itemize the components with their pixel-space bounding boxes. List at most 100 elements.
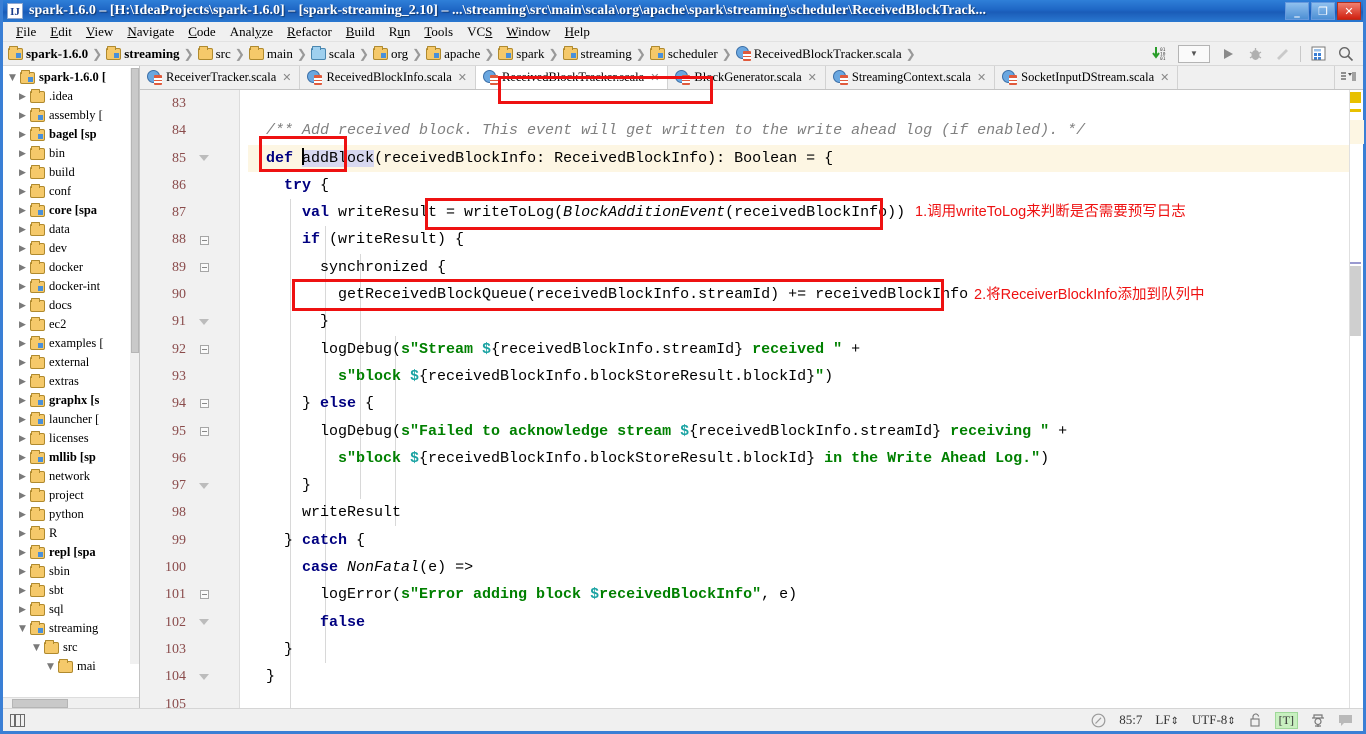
tab-close-icon[interactable]: ✕ [282,71,291,84]
tree-node-data[interactable]: ▶ data [3,220,139,239]
code-line[interactable]: } [248,308,1349,335]
code-text[interactable]: /** Add received block. This event will … [240,90,1349,708]
code-folding-column[interactable] [195,90,213,718]
tree-toggle-icon[interactable]: ▶ [15,111,30,121]
breadcrumb-item-apache[interactable]: apache [425,45,481,62]
tree-toggle-icon[interactable]: ▶ [15,206,30,216]
editor-tab-socketinputdstream-scala[interactable]: SocketInputDStream.scala ✕ [995,66,1179,89]
editor-marker-bar[interactable] [1349,90,1364,708]
editor-gutter[interactable]: 83 84 85 86 87 88 89 90 91 92 93 94 95 96 97 98 99 100 101… [140,90,240,712]
menu-edit[interactable]: Edit [43,23,79,41]
menu-view[interactable]: View [79,23,120,41]
code-line[interactable]: /** Add received block. This event will … [248,117,1349,144]
tree-toggle-icon[interactable]: ▶ [15,168,30,178]
menu-navigate[interactable]: Navigate [120,23,181,41]
code-line[interactable]: } [248,663,1349,690]
code-line[interactable]: } catch { [248,527,1349,554]
editor-tab-blockgenerator-scala[interactable]: BlockGenerator.scala ✕ [668,66,826,89]
tree-node-project[interactable]: ▶ project [3,486,139,505]
code-line[interactable]: synchronized { [248,254,1349,281]
code-line[interactable]: writeResult [248,499,1349,526]
tree-node-mllib--sp[interactable]: ▶ mllib [sp [3,448,139,467]
minimize-button[interactable]: _ [1285,2,1309,20]
tree-toggle-icon[interactable]: ▶ [15,187,30,197]
code-line[interactable] [248,90,1349,117]
tab-close-icon[interactable]: ✕ [1160,71,1169,84]
unlocked-icon[interactable] [1249,713,1262,727]
line-separator[interactable]: LF⇕ [1155,712,1179,728]
menu-window[interactable]: Window [499,23,557,41]
tree-node-docs[interactable]: ▶ docs [3,296,139,315]
breadcrumb-item-spark-1-6-0[interactable]: spark-1.6.0 [7,45,89,62]
tree-toggle-icon[interactable]: ▶ [15,548,30,558]
tree-node-dev[interactable]: ▶ dev [3,239,139,258]
tree-node-sbt[interactable]: ▶ sbt [3,581,139,600]
update-project-icon[interactable]: 01 10 01 [1151,45,1169,63]
code-line[interactable]: try { [248,172,1349,199]
menu-analyze[interactable]: Analyze [223,23,280,41]
fold-toggle-icon[interactable] [195,609,213,636]
scrollbar-thumb[interactable] [131,68,139,353]
menu-tools[interactable]: Tools [417,23,460,41]
marker-usage-line[interactable] [1350,262,1361,264]
tree-toggle-icon[interactable]: ▼ [5,73,20,83]
tree-toggle-icon[interactable]: ▶ [15,92,30,102]
menu-code[interactable]: Code [181,23,222,41]
tree-node-conf[interactable]: ▶ conf [3,182,139,201]
coverage-icon[interactable] [1273,45,1291,63]
tree-node-streaming[interactable]: ▼ streaming [3,619,139,638]
fold-toggle-icon[interactable] [195,390,213,417]
breadcrumb-item-org[interactable]: org [372,45,409,62]
tree-node-extras[interactable]: ▶ extras [3,372,139,391]
tree-node-sbin[interactable]: ▶ sbin [3,562,139,581]
tab-close-icon[interactable]: ✕ [458,71,467,84]
code-line[interactable]: false [248,609,1349,636]
tree-toggle-icon[interactable]: ▶ [15,358,30,368]
message-icon[interactable] [1338,714,1353,727]
run-icon[interactable] [1219,45,1237,63]
tree-toggle-icon[interactable]: ▶ [15,434,30,444]
code-line[interactable]: if (writeResult) { [248,226,1349,253]
breadcrumb-item-main[interactable]: main [248,45,294,62]
code-line[interactable]: } [248,636,1349,663]
fold-toggle-icon[interactable] [195,581,213,608]
tree-toggle-icon[interactable]: ▶ [15,263,30,273]
menu-run[interactable]: Run [382,23,418,41]
event-log-badge[interactable]: [T] [1274,711,1298,729]
tree-toggle-icon[interactable]: ▶ [15,472,30,482]
project-tree-hscrollbar[interactable] [3,697,139,708]
menu-vcs[interactable]: VCS [460,23,499,41]
code-line[interactable]: } [248,472,1349,499]
tree-toggle-icon[interactable]: ▼ [15,624,30,634]
tree-toggle-icon[interactable]: ▶ [15,301,30,311]
tree-toggle-icon[interactable]: ▶ [15,586,30,596]
tree-toggle-icon[interactable]: ▶ [15,339,30,349]
fold-toggle-icon[interactable] [195,336,213,363]
tree-node-core--spa[interactable]: ▶ core [spa [3,201,139,220]
tree-toggle-icon[interactable]: ▶ [15,377,30,387]
fold-toggle-icon[interactable] [195,472,213,499]
menu-file[interactable]: File [9,23,43,41]
editor-tab-receivedblocktracker-scala[interactable]: ReceivedBlockTracker.scala ✕ [475,66,669,89]
tree-toggle-icon[interactable]: ▶ [15,396,30,406]
tab-close-icon[interactable]: ✕ [977,71,986,84]
search-everywhere-icon[interactable] [1337,45,1355,63]
fold-toggle-icon[interactable] [195,226,213,253]
breadcrumb-item-src[interactable]: src [197,45,232,62]
close-button[interactable]: ✕ [1337,2,1361,20]
code-line[interactable] [248,691,1349,708]
marker-warning-line[interactable] [1350,109,1361,112]
tree-node-src[interactable]: ▼ src [3,638,139,657]
tab-close-icon[interactable]: ✕ [808,71,817,84]
fold-toggle-icon[interactable] [195,254,213,281]
code-line[interactable]: logDebug(s"Failed to acknowledge stream … [248,418,1349,445]
hscrollbar-thumb[interactable] [12,699,68,708]
project-structure-icon[interactable] [1310,45,1328,63]
tree-node-ec2[interactable]: ▶ ec2 [3,315,139,334]
hector-icon[interactable] [1311,713,1325,728]
tab-close-icon[interactable]: ✕ [650,71,659,84]
breadcrumb-item-scala[interactable]: scala [310,45,356,62]
debug-icon[interactable] [1246,45,1264,63]
tree-toggle-icon[interactable]: ▶ [15,605,30,615]
tree-node-r[interactable]: ▶ R [3,524,139,543]
